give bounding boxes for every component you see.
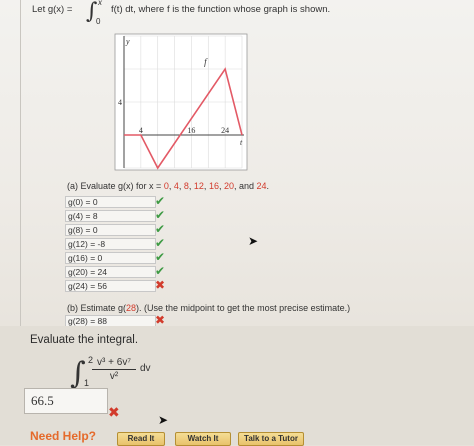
y-axis-label: y (125, 37, 130, 46)
x-tick-label-4: 4 (139, 126, 143, 135)
watch-it-button[interactable]: Watch It (175, 432, 231, 446)
answer-field-g8[interactable]: g(8) = 0 (65, 224, 156, 236)
answer-value: 0 (97, 253, 103, 263)
check-icon: ✔ (155, 208, 166, 222)
check-icon: ✔ (155, 236, 166, 250)
panel-left-border (20, 0, 21, 326)
answer-label: g(16) (68, 253, 88, 263)
read-it-button[interactable]: Read It (117, 432, 165, 446)
function-graph: y t 4 16 24 4 f (114, 33, 248, 171)
part-b-prefix: (b) Estimate g( (67, 303, 127, 313)
answer-field-g4[interactable]: g(4) = 8 (65, 210, 156, 222)
answer-row-g24: g(24) = 56 ✖ (65, 278, 185, 292)
mouse-cursor-icon: ➤ (158, 413, 169, 427)
x-value-20: 20 (223, 181, 234, 191)
part-b-arg: 28 (126, 303, 137, 313)
x-value-24: 24 (256, 181, 267, 191)
answer-row-g8: g(8) = 0 ✔ (65, 222, 185, 236)
answer-label: g(0) (68, 197, 84, 207)
check-icon: ✔ (155, 194, 166, 208)
integrand-denominator: v² (109, 371, 119, 382)
check-icon: ✔ (155, 222, 166, 236)
part-b-prompt: (b) Estimate g(28). (Use the midpoint to… (67, 303, 350, 313)
part-b-suffix: ). (Use the midpoint to get the most pre… (136, 303, 351, 313)
answer-field-g12[interactable]: g(12) = -8 (65, 238, 156, 250)
answer-value: 0 (92, 197, 98, 207)
x-value-4: 4 (173, 181, 179, 191)
x-value-12: 12 (193, 181, 204, 191)
mouse-cursor-icon: ➤ (248, 234, 259, 248)
answer-value: 56 (97, 281, 107, 291)
answer-label: g(12) (68, 239, 88, 249)
integral-differential: dv (140, 363, 151, 374)
integral-upper-limit: x (98, 0, 102, 7)
answer-row-g20: g(20) = 24 ✔ (65, 264, 185, 278)
integrand-fraction: v³ + 6v⁷ v² (92, 357, 136, 382)
x-tick-label-24: 24 (221, 126, 229, 135)
x-value-0: 0 (163, 181, 169, 191)
answer-value: -8 (97, 239, 106, 249)
intro-prefix: Let g(x) = (32, 4, 73, 15)
answer-field-g20[interactable]: g(20) = 24 (65, 266, 156, 278)
cross-icon: ✖ (155, 313, 166, 327)
part-a-prefix: (a) Evaluate g(x) for x = (67, 181, 162, 191)
answer-row-g0: g(0) = 0 ✔ (65, 194, 185, 208)
check-icon: ✔ (155, 264, 166, 278)
answer-label: g(8) (68, 225, 84, 235)
cross-icon: ✖ (155, 278, 166, 292)
integral-answer-input[interactable]: 66.5 (24, 388, 108, 414)
x-tick-label-16: 16 (187, 126, 195, 135)
answer-row-g16: g(16) = 0 ✔ (65, 250, 185, 264)
answer-label: g(24) (68, 281, 88, 291)
talk-to-tutor-button[interactable]: Talk to a Tutor (238, 432, 304, 446)
answer-row-g12: g(12) = -8 ✔ (65, 236, 185, 250)
answer-value: 0 (92, 225, 98, 235)
answer-value: 88 (97, 316, 107, 326)
integral-lower-limit: 0 (96, 17, 101, 26)
answer-value: 24 (97, 267, 107, 277)
answer-label: g(4) (68, 211, 84, 221)
need-help-label: Need Help? (30, 429, 97, 443)
integral-lower-limit: 1 (84, 378, 90, 388)
answer-row-g4: g(4) = 8 ✔ (65, 208, 185, 222)
intro-integrand: f(t) dt, where f is the function whose g… (111, 4, 331, 15)
answer-field-g0[interactable]: g(0) = 0 (65, 196, 156, 208)
cross-icon: ✖ (108, 404, 120, 420)
x-value-16: 16 (208, 181, 219, 191)
answer-label: g(28) (68, 316, 88, 326)
integrand-numerator: v³ + 6v⁷ (92, 357, 136, 370)
answer-value: 8 (92, 211, 98, 221)
answer-field-g16[interactable]: g(16) = 0 (65, 252, 156, 264)
y-tick-label-4: 4 (118, 98, 122, 107)
part-a-prompt: (a) Evaluate g(x) for x = 0, 4, 8, 12, 1… (67, 181, 270, 191)
check-icon: ✔ (155, 250, 166, 264)
answer-field-g24[interactable]: g(24) = 56 (65, 280, 156, 292)
answer-label: g(20) (68, 267, 88, 277)
x-value-8: 8 (183, 181, 189, 191)
evaluate-title: Evaluate the integral. (30, 334, 139, 346)
